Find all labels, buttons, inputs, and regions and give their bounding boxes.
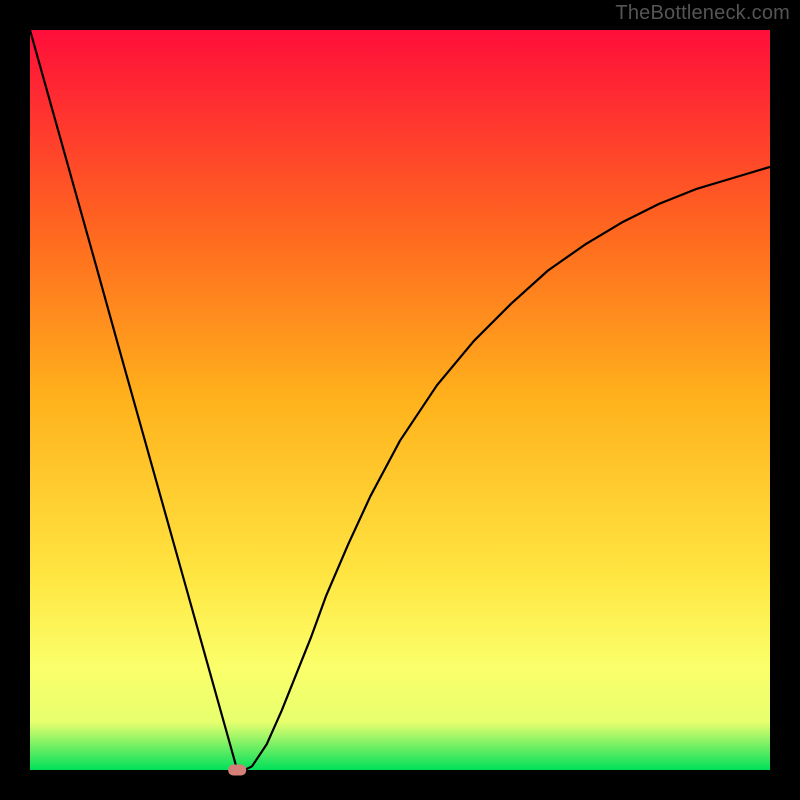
bottleneck-chart <box>0 0 800 800</box>
min-marker <box>228 765 246 776</box>
gradient-area <box>30 30 770 770</box>
watermark-text: TheBottleneck.com <box>615 2 790 25</box>
chart-frame: { "watermark": "TheBottleneck.com", "col… <box>0 0 800 800</box>
